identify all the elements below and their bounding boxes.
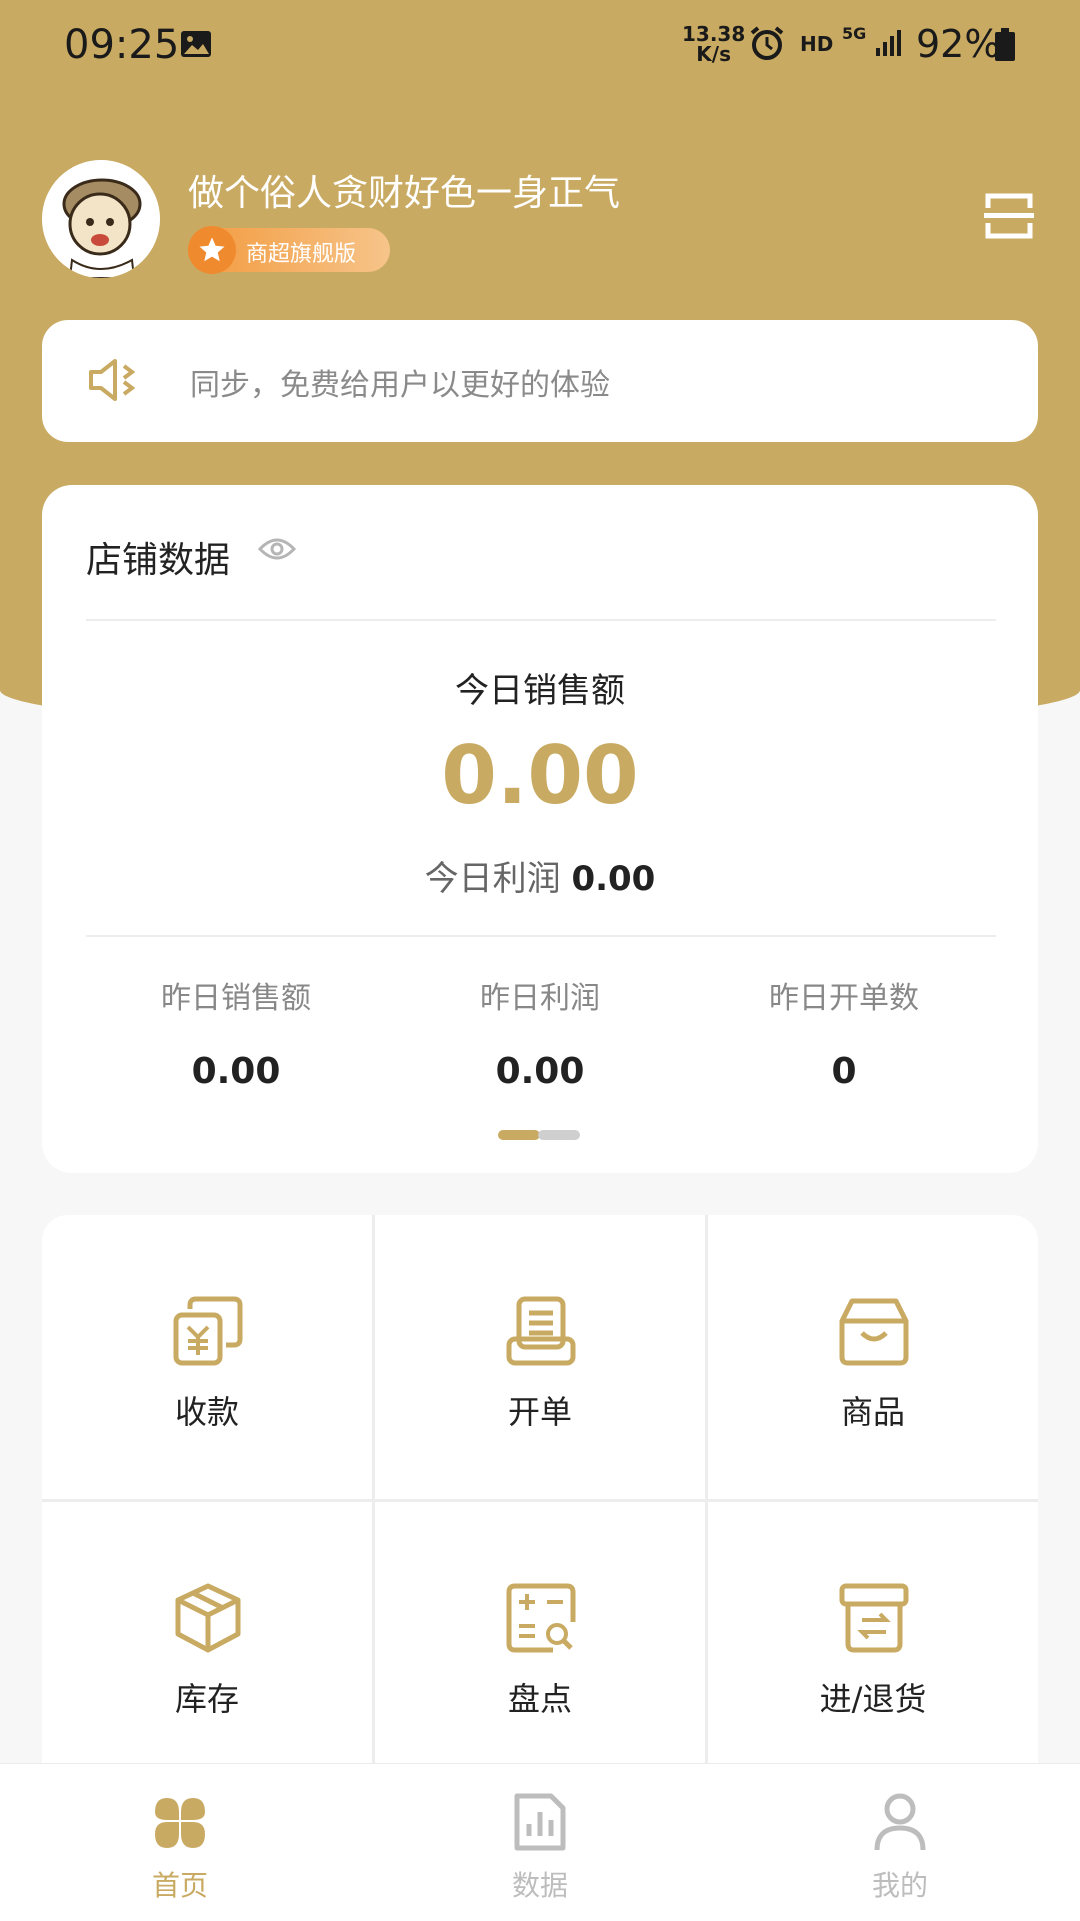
today-sales-value: 0.00 [441,729,639,822]
battery-percentage: 92% [916,22,1001,66]
action-purchase-return[interactable]: 进/退货 [708,1502,1038,1786]
speaker-icon [88,358,138,406]
page-indicator[interactable] [498,1130,580,1149]
signal-icon [874,28,904,62]
badge-label: 商超旗舰版 [246,242,357,267]
yesterday-profit-label: 昨日利润 [480,981,600,1016]
action-label: 库存 [174,1680,239,1718]
hd-indicator: HD [800,32,834,56]
network-type: 5G [842,24,867,43]
store-data-title: 店铺数据 [86,540,231,581]
action-label: 开单 [507,1393,572,1431]
star-icon [188,226,236,274]
action-receive-payment[interactable]: 收款 [42,1215,372,1499]
eye-icon[interactable] [257,535,297,567]
action-grid: 收款 开单 商品 库存 盘点 进/退货 [42,1215,1038,1805]
store-data-card: 店铺数据 今日销售额 0.00 今日利润 0.00 昨日销售额 0.00 昨日利… [42,485,1038,1173]
avatar[interactable] [42,160,160,278]
page-dot [538,1130,580,1140]
tab-label: 我的 [871,1869,928,1902]
today-sales-label: 今日销售额 [455,671,625,711]
purchase-return-icon [839,1583,909,1653]
username: 做个俗人贪财好色一身正气 [188,173,621,214]
alarm-icon [748,24,786,66]
action-inventory[interactable]: 库存 [42,1502,372,1786]
network-speed: 13.38 K/s [682,22,746,66]
receive-payment-icon [173,1296,243,1366]
yesterday-profit-value: 0.00 [495,1051,585,1092]
scan-button[interactable] [984,192,1034,240]
tab-profile[interactable]: 我的 [810,1764,990,1921]
bottom-tab-bar: 首页 数据 我的 [0,1763,1080,1921]
stocktake-icon [506,1583,576,1653]
status-time: 09:25 [64,22,180,68]
action-label: 收款 [174,1393,239,1431]
divider [86,619,996,621]
tab-label: 首页 [151,1869,208,1902]
home-icon [155,1798,205,1848]
action-label: 进/退货 [819,1680,927,1718]
tab-label: 数据 [511,1869,568,1902]
yesterday-sales: 昨日销售额 0.00 [84,973,388,1092]
today-profit: 今日利润 0.00 [42,851,1038,900]
action-goods[interactable]: 商品 [708,1215,1038,1499]
inventory-box-icon [175,1583,241,1653]
divider [86,935,996,937]
battery-icon [994,28,1016,66]
yesterday-orders-label: 昨日开单数 [769,981,919,1016]
goods-icon [839,1298,909,1366]
yesterday-sales-label: 昨日销售额 [161,981,311,1016]
tab-data[interactable]: 数据 [450,1764,630,1921]
action-stocktake[interactable]: 盘点 [375,1502,705,1786]
announcement-text: 同步，免费给用户以更好的体验 [190,368,610,403]
status-bar: 09:25 13.38 K/s HD 5G 92% [0,0,1080,90]
announcement-bar[interactable]: 同步，免费给用户以更好的体验 [42,320,1038,442]
edition-badge: 商超旗舰版 [188,226,390,274]
today-profit-value: 0.00 [571,859,656,899]
today-profit-label: 今日利润 [424,859,561,899]
yesterday-profit: 昨日利润 0.00 [388,973,692,1092]
yesterday-orders-value: 0 [831,1051,857,1092]
action-label: 盘点 [507,1680,572,1718]
action-create-order[interactable]: 开单 [375,1215,705,1499]
tab-home[interactable]: 首页 [90,1764,270,1921]
page-dot-active [498,1130,540,1140]
data-chart-icon [514,1793,566,1851]
action-label: 商品 [840,1393,905,1431]
scan-icon [984,193,1034,239]
yesterday-orders: 昨日开单数 0 [692,973,996,1092]
gallery-notification-icon [180,30,212,62]
yesterday-sales-value: 0.00 [191,1051,281,1092]
create-order-icon [506,1296,576,1366]
profile-icon [874,1793,926,1851]
